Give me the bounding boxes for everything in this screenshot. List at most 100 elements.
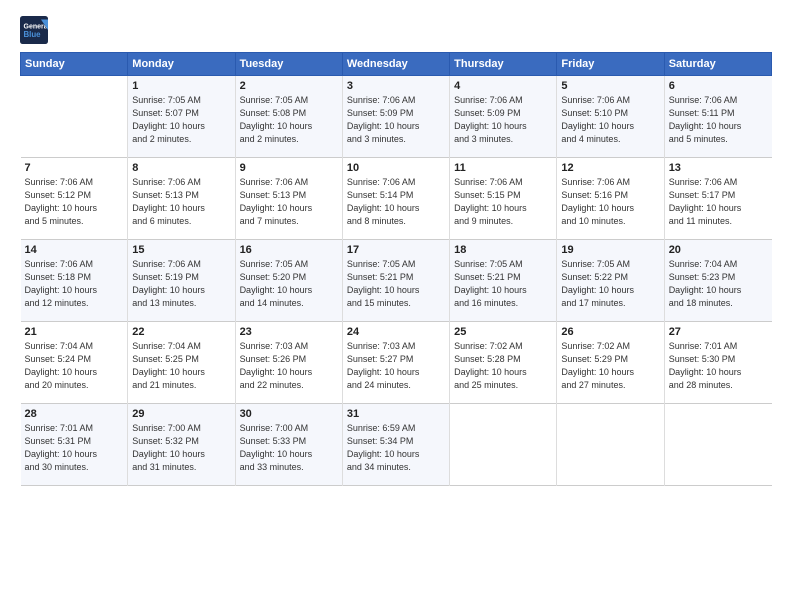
day-number: 13: [669, 162, 768, 174]
day-number: 10: [347, 162, 445, 174]
day-info: Sunrise: 7:01 AM Sunset: 5:30 PM Dayligh…: [669, 340, 768, 392]
calendar-cell: 25Sunrise: 7:02 AM Sunset: 5:28 PM Dayli…: [450, 322, 557, 404]
day-number: 31: [347, 408, 445, 420]
day-number: 19: [561, 244, 659, 256]
header-cell-monday: Monday: [128, 53, 235, 76]
calendar-cell: [664, 404, 771, 486]
calendar-cell: 29 Sunrise: 7:00 AM Sunset: 5:32 PM Dayli…: [128, 404, 235, 486]
day-number: 8: [132, 162, 230, 174]
calendar-cell: 30 Sunrise: 7:00 AM Sunset: 5:33 PM Dayli…: [235, 404, 342, 486]
day-number: 14: [25, 244, 124, 256]
logo: General Blue: [20, 16, 52, 44]
header-cell-tuesday: Tuesday: [235, 53, 342, 76]
day-info: Sunrise: 7:05 AM Sunset: 5:20 PM Dayligh…: [240, 258, 338, 310]
day-info: Sunrise: 7:05 AM Sunset: 5:08 PM Dayligh…: [240, 94, 338, 146]
day-number: 5: [561, 80, 659, 92]
calendar-cell: 1 Sunrise: 7:05 AM Sunset: 5:07 PM Daylig…: [128, 76, 235, 158]
day-info: Sunrise: 7:05 AM Sunset: 5:21 PM Dayligh…: [454, 258, 552, 310]
calendar-cell: 10 Sunrise: 7:06 AM Sunset: 5:14 PM Dayli…: [342, 158, 449, 240]
calendar-cell: 24 Sunrise: 7:03 AM Sunset: 5:27 PM Dayli…: [342, 322, 449, 404]
calendar-cell: 11 Sunrise: 7:06 AM Sunset: 5:15 PM Dayli…: [450, 158, 557, 240]
day-number: 17: [347, 244, 445, 256]
day-info: Sunrise: 7:00 AM Sunset: 5:32 PM Dayligh…: [132, 422, 230, 474]
calendar-cell: 26 Sunrise: 7:02 AM Sunset: 5:29 PM Dayli…: [557, 322, 664, 404]
day-number: 12: [561, 162, 659, 174]
header-cell-saturday: Saturday: [664, 53, 771, 76]
day-info: Sunrise: 7:06 AM Sunset: 5:16 PM Dayligh…: [561, 176, 659, 228]
week-row-0: 1 Sunrise: 7:05 AM Sunset: 5:07 PM Daylig…: [21, 76, 772, 158]
calendar-cell: 15 Sunrise: 7:06 AM Sunset: 5:19 PM Dayli…: [128, 240, 235, 322]
calendar-cell: 19 Sunrise: 7:05 AM Sunset: 5:22 PM Dayli…: [557, 240, 664, 322]
header-row: SundayMondayTuesdayWednesdayThursdayFrid…: [21, 53, 772, 76]
calendar-cell: 27 Sunrise: 7:01 AM Sunset: 5:30 PM Dayli…: [664, 322, 771, 404]
day-number: 9: [240, 162, 338, 174]
day-info: Sunrise: 7:03 AM Sunset: 5:27 PM Dayligh…: [347, 340, 445, 392]
day-number: 23: [240, 326, 338, 338]
day-number: 30: [240, 408, 338, 420]
day-number: 28: [25, 408, 124, 420]
day-info: Sunrise: 7:06 AM Sunset: 5:13 PM Dayligh…: [132, 176, 230, 228]
day-info: Sunrise: 7:06 AM Sunset: 5:15 PM Dayligh…: [454, 176, 552, 228]
week-row-4: 28 Sunrise: 7:01 AM Sunset: 5:31 PM Dayli…: [21, 404, 772, 486]
day-number: 29: [132, 408, 230, 420]
calendar-cell: 6 Sunrise: 7:06 AM Sunset: 5:11 PM Daylig…: [664, 76, 771, 158]
calendar-cell: 5 Sunrise: 7:06 AM Sunset: 5:10 PM Daylig…: [557, 76, 664, 158]
header: General Blue: [20, 16, 772, 44]
day-number: 11: [454, 162, 552, 174]
day-number: 24: [347, 326, 445, 338]
calendar-cell: 31 Sunrise: 6:59 AM Sunset: 5:34 PM Dayli…: [342, 404, 449, 486]
week-row-2: 14Sunrise: 7:06 AM Sunset: 5:18 PM Dayli…: [21, 240, 772, 322]
day-info: Sunrise: 7:06 AM Sunset: 5:10 PM Dayligh…: [561, 94, 659, 146]
calendar-cell: 18 Sunrise: 7:05 AM Sunset: 5:21 PM Dayli…: [450, 240, 557, 322]
calendar-cell: 4Sunrise: 7:06 AM Sunset: 5:09 PM Daylig…: [450, 76, 557, 158]
day-info: Sunrise: 7:05 AM Sunset: 5:22 PM Dayligh…: [561, 258, 659, 310]
day-number: 2: [240, 80, 338, 92]
calendar-cell: 14Sunrise: 7:06 AM Sunset: 5:18 PM Dayli…: [21, 240, 128, 322]
day-info: Sunrise: 7:02 AM Sunset: 5:29 PM Dayligh…: [561, 340, 659, 392]
calendar-cell: 13 Sunrise: 7:06 AM Sunset: 5:17 PM Dayli…: [664, 158, 771, 240]
day-info: Sunrise: 7:04 AM Sunset: 5:24 PM Dayligh…: [25, 340, 124, 392]
calendar-cell: 28 Sunrise: 7:01 AM Sunset: 5:31 PM Dayli…: [21, 404, 128, 486]
day-number: 22: [132, 326, 230, 338]
svg-text:Blue: Blue: [24, 30, 42, 39]
header-cell-friday: Friday: [557, 53, 664, 76]
day-info: Sunrise: 7:00 AM Sunset: 5:33 PM Dayligh…: [240, 422, 338, 474]
calendar-cell: 7 Sunrise: 7:06 AM Sunset: 5:12 PM Daylig…: [21, 158, 128, 240]
day-number: 15: [132, 244, 230, 256]
day-number: 7: [25, 162, 124, 174]
calendar-cell: 8 Sunrise: 7:06 AM Sunset: 5:13 PM Daylig…: [128, 158, 235, 240]
calendar-cell: 9 Sunrise: 7:06 AM Sunset: 5:13 PM Daylig…: [235, 158, 342, 240]
day-number: 27: [669, 326, 768, 338]
logo-icon: General Blue: [20, 16, 48, 44]
day-info: Sunrise: 7:06 AM Sunset: 5:12 PM Dayligh…: [25, 176, 124, 228]
day-info: Sunrise: 6:59 AM Sunset: 5:34 PM Dayligh…: [347, 422, 445, 474]
header-cell-sunday: Sunday: [21, 53, 128, 76]
header-cell-thursday: Thursday: [450, 53, 557, 76]
day-info: Sunrise: 7:06 AM Sunset: 5:13 PM Dayligh…: [240, 176, 338, 228]
calendar-cell: 12 Sunrise: 7:06 AM Sunset: 5:16 PM Dayli…: [557, 158, 664, 240]
day-info: Sunrise: 7:06 AM Sunset: 5:11 PM Dayligh…: [669, 94, 768, 146]
calendar-cell: 23Sunrise: 7:03 AM Sunset: 5:26 PM Dayli…: [235, 322, 342, 404]
day-number: 21: [25, 326, 124, 338]
week-row-3: 21 Sunrise: 7:04 AM Sunset: 5:24 PM Dayli…: [21, 322, 772, 404]
day-number: 26: [561, 326, 659, 338]
day-info: Sunrise: 7:04 AM Sunset: 5:23 PM Dayligh…: [669, 258, 768, 310]
day-number: 1: [132, 80, 230, 92]
day-info: Sunrise: 7:05 AM Sunset: 5:07 PM Dayligh…: [132, 94, 230, 146]
day-number: 18: [454, 244, 552, 256]
calendar-cell: [557, 404, 664, 486]
calendar-cell: [450, 404, 557, 486]
calendar-cell: 21 Sunrise: 7:04 AM Sunset: 5:24 PM Dayli…: [21, 322, 128, 404]
header-cell-wednesday: Wednesday: [342, 53, 449, 76]
day-info: Sunrise: 7:06 AM Sunset: 5:14 PM Dayligh…: [347, 176, 445, 228]
calendar-cell: 20Sunrise: 7:04 AM Sunset: 5:23 PM Dayli…: [664, 240, 771, 322]
calendar-cell: 2 Sunrise: 7:05 AM Sunset: 5:08 PM Daylig…: [235, 76, 342, 158]
day-number: 3: [347, 80, 445, 92]
day-info: Sunrise: 7:06 AM Sunset: 5:19 PM Dayligh…: [132, 258, 230, 310]
day-info: Sunrise: 7:01 AM Sunset: 5:31 PM Dayligh…: [25, 422, 124, 474]
day-info: Sunrise: 7:06 AM Sunset: 5:17 PM Dayligh…: [669, 176, 768, 228]
day-number: 25: [454, 326, 552, 338]
day-info: Sunrise: 7:06 AM Sunset: 5:09 PM Dayligh…: [347, 94, 445, 146]
day-number: 6: [669, 80, 768, 92]
calendar-cell: 3 Sunrise: 7:06 AM Sunset: 5:09 PM Daylig…: [342, 76, 449, 158]
